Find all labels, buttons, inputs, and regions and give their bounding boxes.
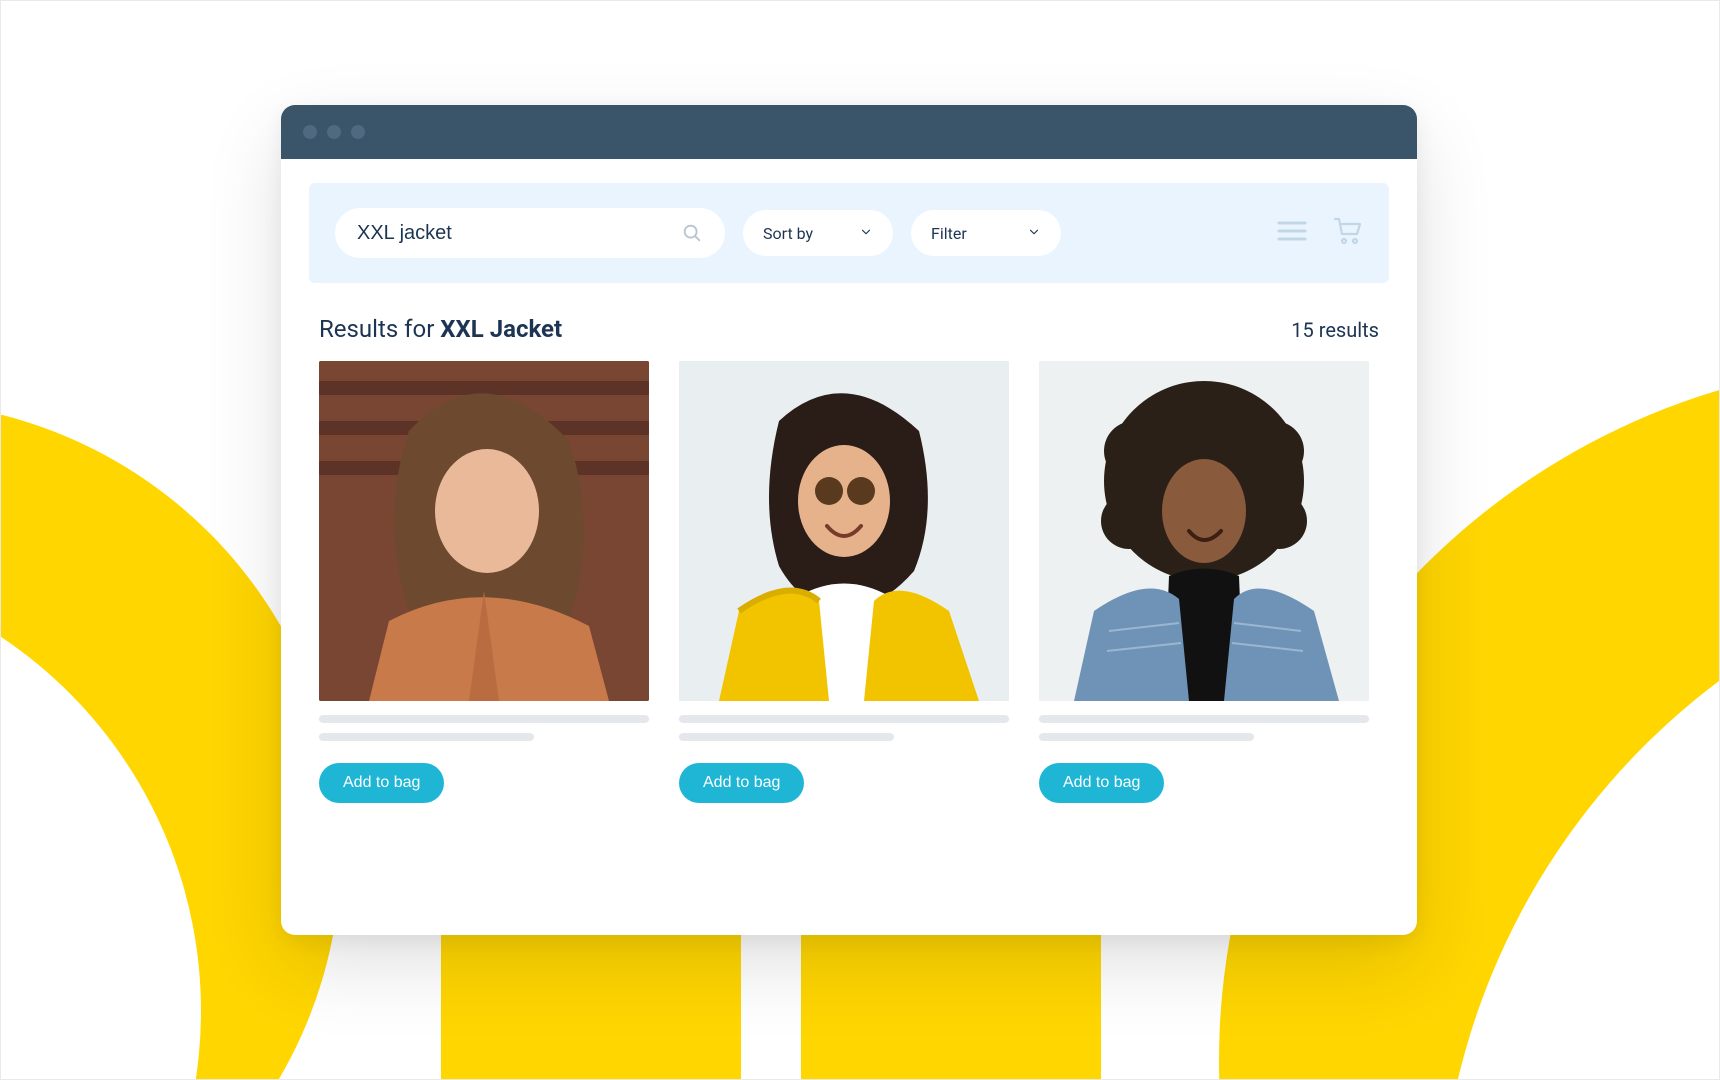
results-title: Results for XXL Jacket <box>319 315 562 343</box>
window-titlebar <box>281 105 1417 159</box>
results-count: 15 results <box>1291 318 1379 342</box>
menu-icon[interactable] <box>1277 219 1307 247</box>
browser-window: Sort by Filter <box>281 105 1417 935</box>
chevron-down-icon <box>1027 224 1041 243</box>
add-to-bag-button[interactable]: Add to bag <box>319 763 444 803</box>
search-toolbar: Sort by Filter <box>309 183 1389 283</box>
toolbar-right <box>1277 217 1363 249</box>
product-card[interactable]: Add to bag <box>679 361 1009 803</box>
placeholder-line <box>679 715 1009 723</box>
traffic-light-dot <box>351 125 365 139</box>
placeholder-line <box>319 733 534 741</box>
sort-label: Sort by <box>763 224 813 243</box>
product-image <box>679 361 1009 701</box>
results-header: Results for XXL Jacket 15 results <box>319 315 1379 343</box>
chevron-down-icon <box>859 224 873 243</box>
traffic-light-dot <box>327 125 341 139</box>
product-grid: Add to bag <box>319 361 1379 803</box>
placeholder-line <box>679 733 894 741</box>
placeholder-line <box>319 715 649 723</box>
results-query: XXL Jacket <box>440 315 562 343</box>
placeholder-line <box>1039 715 1369 723</box>
add-to-bag-button[interactable]: Add to bag <box>679 763 804 803</box>
search-field[interactable] <box>335 208 725 258</box>
cart-icon[interactable] <box>1333 217 1363 249</box>
product-card[interactable]: Add to bag <box>319 361 649 803</box>
product-image <box>1039 361 1369 701</box>
product-card[interactable]: Add to bag <box>1039 361 1369 803</box>
traffic-light-dot <box>303 125 317 139</box>
sort-dropdown[interactable]: Sort by <box>743 210 893 256</box>
results-prefix: Results for <box>319 315 440 343</box>
search-icon[interactable] <box>681 222 703 244</box>
product-image <box>319 361 649 701</box>
filter-label: Filter <box>931 224 967 243</box>
stage: Sort by Filter <box>0 0 1720 1080</box>
add-to-bag-button[interactable]: Add to bag <box>1039 763 1164 803</box>
filter-dropdown[interactable]: Filter <box>911 210 1061 256</box>
placeholder-line <box>1039 733 1254 741</box>
search-input[interactable] <box>357 222 634 245</box>
